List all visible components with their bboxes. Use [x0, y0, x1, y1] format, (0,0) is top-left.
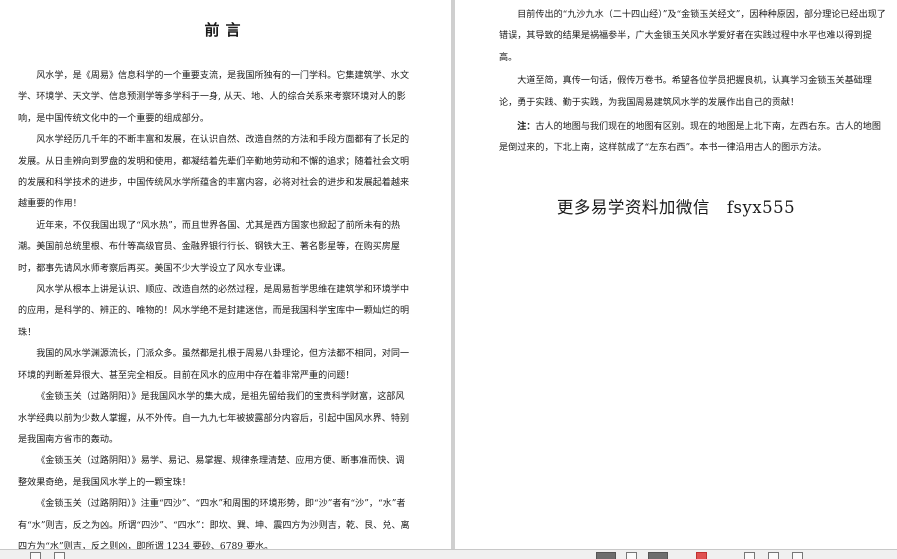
paragraph-1: 风水学，是《周易》信息科学的一个重要支流，是我国所独有的一门学科。它集建筑学、水… — [18, 71, 410, 124]
right-page: 目前传出的“九沙九水（二十四山经）”及“金锁玉关经文”，因种种原因，部分理论已经… — [455, 0, 897, 549]
left-page: 前言 风水学，是《周易》信息科学的一个重要支流，是我国所独有的一门学科。它集建筑… — [0, 0, 451, 549]
paragraph-3: 近年来，不仅我国出现了“风水热”，而且世界各国、尤其是西方国家也掀起了前所未有的… — [18, 220, 401, 274]
note-text: 古人的地图与我们现在的地图有区别。现在的地图是上北下南，左西右东。古人的地图是倒… — [499, 122, 881, 154]
paragraph-4: 风水学从根本上讲是认识、顺应、改造自然的必然过程，是周易哲学思维在建筑学和环境学… — [18, 285, 410, 338]
paragraph-7: 《金锁玉关（过路阴阳）》易学、易记、易掌握、规律条理清楚、应用方便、断事准而快、… — [18, 456, 405, 488]
paragraph-8: 《金锁玉关（过路阴阳）》注重“四沙”、“四水”和周围的环境形势，即“沙”者有“沙… — [18, 499, 410, 549]
preface-body: 风水学，是《周易》信息科学的一个重要支流，是我国所独有的一门学科。它集建筑学、水… — [18, 66, 410, 549]
note-paragraph: 注：古人的地图与我们现在的地图有区别。现在的地图是上北下南，左西右东。古人的地图… — [499, 116, 887, 160]
paragraph-9: 目前传出的“九沙九水（二十四山经）”及“金锁玉关经文”，因种种原因，部分理论已经… — [499, 10, 886, 63]
paragraph-10: 大道至简，真传一句话，假传万卷书。希望各位学员把握良机，认真学习金锁玉关基础理论… — [499, 76, 872, 108]
paragraph-5: 我国的风水学渊源流长，门派众多。虽然都是扎根于周易八卦理论，但方法都不相同，对同… — [18, 349, 410, 381]
note-label: 注： — [517, 121, 536, 133]
paragraph-6: 《金锁玉关（过路阴阳）》是我国风水学的集大成，是祖先留给我们的宝贵科学财富，这部… — [18, 392, 410, 445]
promo-text: 更多易学资料加微信 fsyx555 — [556, 198, 796, 217]
page-title: 前言 — [204, 21, 247, 39]
paragraph-2: 风水学经历几千年的不断丰富和发展，在认识自然、改造自然的方法和手段方面都有了长足… — [18, 135, 410, 210]
right-body: 目前传出的“九沙九水（二十四山经）”及“金锁玉关经文”，因种种原因，部分理论已经… — [499, 5, 887, 160]
